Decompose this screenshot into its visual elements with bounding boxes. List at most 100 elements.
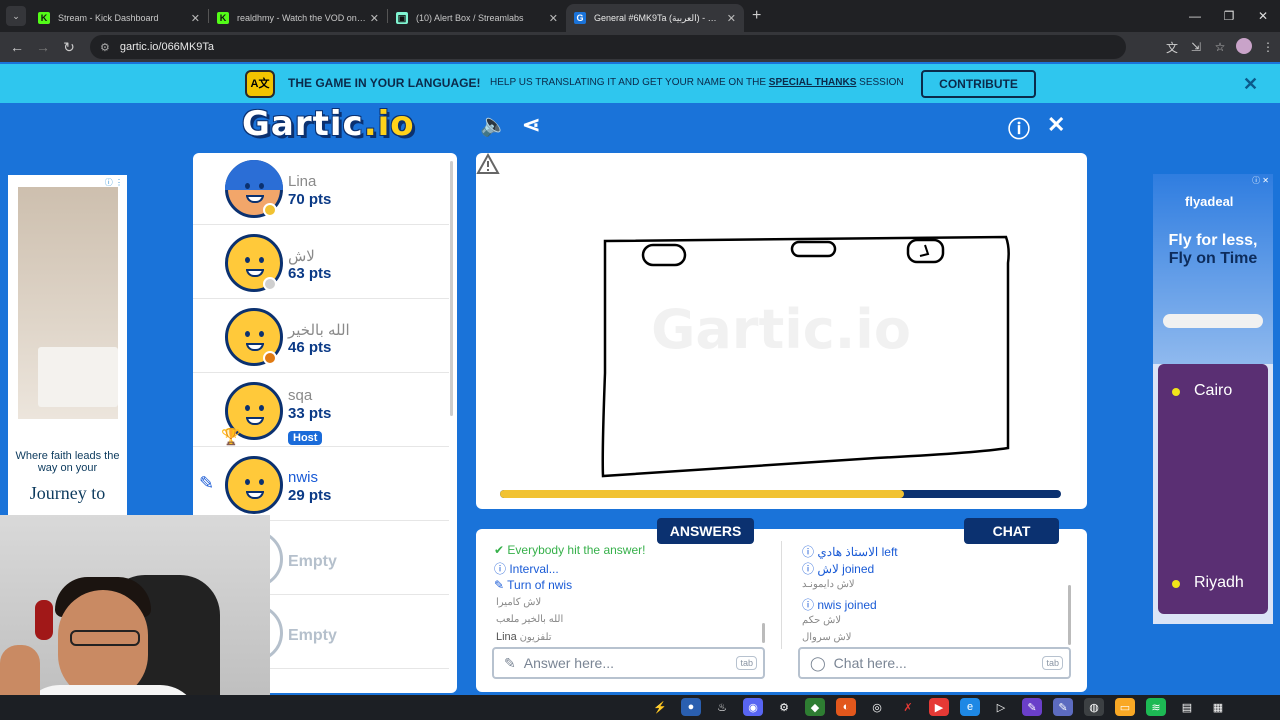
- browser-tab-1[interactable]: K Stream - Kick Dashboard ✕: [30, 4, 208, 32]
- chat-scrollbar[interactable]: [1068, 585, 1071, 645]
- bookmark-star-icon[interactable]: ☆: [1208, 40, 1232, 54]
- media-player-icon[interactable]: ▷: [991, 698, 1011, 716]
- close-tab-icon[interactable]: ✕: [549, 12, 558, 25]
- close-window-icon[interactable]: ✕: [1246, 0, 1280, 32]
- answer-input[interactable]: ✎ Answer here... tab: [492, 647, 765, 679]
- app-icon[interactable]: ◐: [836, 698, 856, 716]
- pencil-icon: ✎: [504, 654, 516, 671]
- streamlabs-icon: ▣: [396, 12, 408, 24]
- drawn-shape-2: [790, 240, 837, 258]
- report-warning-icon[interactable]: [476, 153, 500, 175]
- app-icon[interactable]: ✎: [1053, 698, 1073, 716]
- ad-bed-image: [38, 347, 118, 407]
- player-points: 46 pts: [288, 339, 332, 356]
- file-explorer-icon[interactable]: ▭: [1115, 698, 1135, 716]
- share-icon[interactable]: ⋖: [522, 112, 540, 138]
- tab-search-button[interactable]: ⌄: [6, 6, 26, 26]
- ad-city-2: Riyadh: [1194, 574, 1244, 591]
- special-thanks-link[interactable]: SPECIAL THANKS: [769, 77, 857, 88]
- browser-tab-2[interactable]: K realdhmy - Watch the VOD on Kick ✕: [209, 4, 387, 32]
- chat-message: ⓘ nwis joined: [802, 598, 877, 612]
- gartic-icon: G: [574, 12, 586, 24]
- webcam-headset: [35, 600, 53, 640]
- install-app-icon[interactable]: ⇲: [1184, 40, 1208, 54]
- drawn-shape-1: [641, 243, 687, 267]
- player-row[interactable]: 🏆 sqa 33 pts Host: [193, 375, 449, 447]
- app-icon[interactable]: ✎: [1022, 698, 1042, 716]
- app-icon[interactable]: ◆: [805, 698, 825, 716]
- os-taskbar: ⚡ ● ♨ ◉ ⚙ ◆ ◐ ◎ ✗ ▶ e ▷ ✎ ✎ ◍ ▭ ≋ ▤ ▦: [0, 695, 1280, 720]
- app-icon[interactable]: ▦: [1208, 698, 1228, 716]
- drawn-shape-3: [906, 238, 945, 264]
- restore-icon[interactable]: ❐: [1212, 0, 1246, 32]
- player-row[interactable]: الله بالخير 46 pts: [193, 301, 449, 373]
- webcam-overlay: [0, 515, 270, 720]
- address-bar[interactable]: ⚙ gartic.io/066MK9Ta: [90, 35, 1126, 59]
- reload-icon[interactable]: ↻: [56, 39, 82, 56]
- obs-icon[interactable]: ◎: [867, 698, 887, 716]
- answers-tab[interactable]: ANSWERS: [657, 518, 754, 544]
- answer-message: الله بالخير ملعب: [496, 614, 564, 625]
- toolbar-right: 文 ⇲ ☆ ⋮: [1160, 32, 1280, 62]
- settings-icon[interactable]: ⚙: [774, 698, 794, 716]
- player-row-drawing[interactable]: ✎ nwis 29 pts: [193, 449, 449, 521]
- answers-scrollbar[interactable]: [762, 623, 765, 643]
- logo-suffix: .io: [363, 104, 415, 144]
- player-points: 63 pts: [288, 265, 332, 282]
- player-row[interactable]: Lina 70 pts: [193, 153, 449, 225]
- tab-key-hint: tab: [1042, 656, 1063, 670]
- profile-avatar[interactable]: [1232, 37, 1256, 57]
- sound-icon[interactable]: 🔈: [480, 112, 507, 138]
- exit-room-icon[interactable]: ✕: [1047, 112, 1065, 138]
- info-icon: ⓘ: [802, 562, 818, 576]
- browser-tab-3[interactable]: ▣ (10) Alert Box / Streamlabs ✕: [388, 4, 566, 32]
- contribute-button[interactable]: CONTRIBUTE: [921, 70, 1036, 98]
- edge-icon[interactable]: e: [960, 698, 980, 716]
- youtube-icon[interactable]: ▶: [929, 698, 949, 716]
- left-advertisement[interactable]: ⓘ ⋮ Where faith leads the way on your Jo…: [8, 175, 127, 520]
- ad-info-icon[interactable]: ⓘ ✕: [1252, 175, 1269, 186]
- info-icon[interactable]: ⓘ: [1008, 112, 1030, 144]
- chrome-icon[interactable]: ◍: [1084, 698, 1104, 716]
- webcam-glasses: [70, 630, 140, 646]
- empty-label: Empty: [288, 553, 337, 570]
- browser-menu-icon[interactable]: ⋮: [1256, 40, 1280, 54]
- app-icon[interactable]: ●: [681, 698, 701, 716]
- chat-tab[interactable]: CHAT: [964, 518, 1059, 544]
- avatar: [225, 456, 283, 514]
- drawing-canvas[interactable]: Gartic.io: [476, 153, 1087, 509]
- avatar-hair: [225, 160, 283, 190]
- player-list-scrollbar[interactable]: [450, 161, 453, 416]
- tab-title: realdhmy - Watch the VOD on Kick: [237, 13, 366, 23]
- gartic-logo[interactable]: Gartic.io: [242, 104, 415, 144]
- answer-message: Lina تلفزيون: [496, 631, 552, 643]
- app-icon[interactable]: ✗: [898, 698, 918, 716]
- back-icon[interactable]: ←: [4, 39, 30, 55]
- app-icon[interactable]: ▤: [1177, 698, 1197, 716]
- chat-input[interactable]: ◯ Chat here... tab: [798, 647, 1071, 679]
- translate-icon[interactable]: 文: [1160, 39, 1184, 56]
- discord-icon[interactable]: ◉: [743, 698, 763, 716]
- app-launcher-icon[interactable]: ⚡: [650, 698, 670, 716]
- browser-tab-4[interactable]: G General #6MK9Ta (العربية) - Gartic.io …: [566, 4, 744, 32]
- answer-placeholder: Answer here...: [523, 655, 614, 671]
- player-points: 70 pts: [288, 191, 332, 208]
- close-banner-icon[interactable]: ✕: [1243, 74, 1258, 95]
- banner-text: HELP US TRANSLATING IT AND GET YOUR NAME…: [490, 77, 904, 88]
- new-tab-icon[interactable]: +: [752, 7, 761, 25]
- city-dot-icon: [1172, 388, 1180, 396]
- forward-icon[interactable]: →: [30, 39, 56, 55]
- drawing-svg: Gartic.io: [601, 235, 1010, 478]
- close-tab-icon[interactable]: ✕: [191, 12, 200, 25]
- right-advertisement[interactable]: ⓘ ✕ flyadeal Fly for less, Fly on Time Ca…: [1153, 174, 1273, 624]
- taskbar-icons: ⚡ ● ♨ ◉ ⚙ ◆ ◐ ◎ ✗ ▶ e ▷ ✎ ✎ ◍ ▭ ≋ ▤ ▦: [650, 698, 1239, 716]
- close-tab-icon[interactable]: ✕: [727, 12, 736, 25]
- ad-info-icon[interactable]: ⓘ ⋮: [105, 177, 123, 188]
- minimize-icon[interactable]: —: [1178, 0, 1212, 32]
- player-row[interactable]: لاش 63 pts: [193, 227, 449, 299]
- site-info-icon[interactable]: ⚙: [100, 41, 110, 54]
- steam-icon[interactable]: ♨: [712, 698, 732, 716]
- close-tab-icon[interactable]: ✕: [370, 12, 379, 25]
- tab-key-hint: tab: [736, 656, 757, 670]
- spotify-icon[interactable]: ≋: [1146, 698, 1166, 716]
